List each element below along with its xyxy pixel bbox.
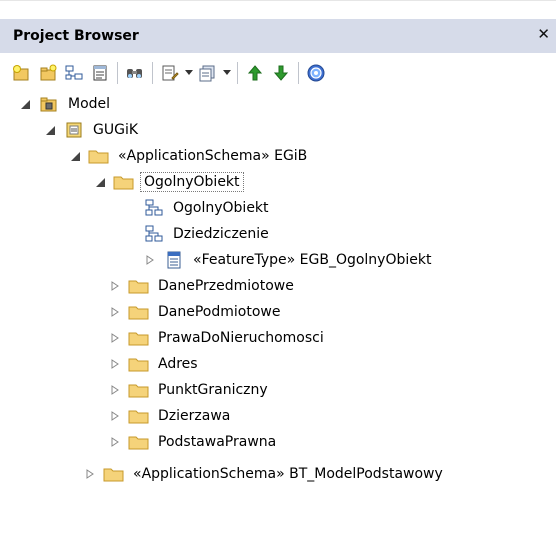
chevron-down-icon[interactable] (222, 61, 232, 85)
chevron-down-icon[interactable] (184, 61, 194, 85)
new-diagram-icon[interactable] (62, 61, 86, 85)
collapsed-arrow-icon[interactable] (143, 253, 157, 267)
tree-node-label: GUGiK (93, 122, 139, 138)
expanded-arrow-icon[interactable] (18, 97, 32, 111)
collapsed-arrow-icon[interactable] (83, 467, 97, 481)
tree-node-ogolny-obiekt[interactable]: OgolnyObiekt (93, 171, 244, 193)
tree-node-dane-podmiotowe[interactable]: DanePodmiotowe (108, 301, 283, 323)
tree-node-label: Dzierzawa (158, 408, 231, 424)
collapsed-arrow-icon[interactable] (108, 305, 122, 319)
move-up-icon[interactable] (243, 61, 267, 85)
tree-node-label: PodstawaPrawna (158, 434, 277, 450)
tree-node-label: «FeatureType» EGB_OgolnyObiekt (193, 252, 432, 268)
tree-node-gugik[interactable]: GUGiK (43, 119, 141, 141)
toolbar (10, 59, 550, 87)
tree-node-label: OgolnyObiekt (140, 172, 244, 192)
new-document-icon[interactable] (158, 61, 182, 85)
tree-node-label: PrawaDoNieruchomosci (158, 330, 324, 346)
folder-icon (128, 302, 150, 322)
find-icon[interactable] (123, 61, 147, 85)
tree-node-model[interactable]: Model (18, 93, 113, 115)
new-package-icon[interactable] (10, 61, 34, 85)
new-view-icon[interactable] (36, 61, 60, 85)
folder-icon (88, 146, 110, 166)
folder-icon (103, 464, 125, 484)
diagram-icon (143, 198, 165, 218)
options-icon[interactable] (196, 61, 220, 85)
new-element-icon[interactable] (88, 61, 112, 85)
collapsed-arrow-icon[interactable] (108, 383, 122, 397)
model-root-icon (38, 94, 60, 114)
tree-node-punkt[interactable]: PunktGraniczny (108, 379, 271, 401)
toolbar-separator (298, 62, 299, 84)
collapsed-arrow-icon[interactable] (108, 357, 122, 371)
tree-node-podstawa[interactable]: PodstawaPrawna (108, 431, 279, 453)
diagram-icon (143, 224, 165, 244)
move-down-icon[interactable] (269, 61, 293, 85)
close-icon[interactable]: ✕ (537, 25, 550, 43)
panel-title: Project Browser (13, 28, 139, 44)
toolbar-separator (117, 62, 118, 84)
collapsed-arrow-icon[interactable] (108, 435, 122, 449)
tree-node-egib[interactable]: «ApplicationSchema» EGiB (68, 145, 310, 167)
expanded-arrow-icon[interactable] (43, 123, 57, 137)
class-element-icon (163, 250, 185, 270)
toolbar-separator (237, 62, 238, 84)
tree-node-adres[interactable]: Adres (108, 353, 201, 375)
tree-node-feature-type[interactable]: «FeatureType» EGB_OgolnyObiekt (143, 249, 434, 271)
tree-node-diagram-ogolny[interactable]: OgolnyObiekt (143, 197, 272, 219)
collapsed-arrow-icon[interactable] (108, 279, 122, 293)
tree-node-dzierzawa[interactable]: Dzierzawa (108, 405, 233, 427)
tree-node-diagram-dziedziczenie[interactable]: Dziedziczenie (143, 223, 272, 245)
collapsed-arrow-icon[interactable] (108, 409, 122, 423)
tree-node-label: OgolnyObiekt (173, 200, 269, 216)
help-icon[interactable] (304, 61, 328, 85)
panel-titlebar: Project Browser ✕ (0, 19, 556, 53)
expanded-arrow-icon[interactable] (68, 149, 82, 163)
tree-node-label: DanePodmiotowe (158, 304, 281, 320)
folder-icon (128, 354, 150, 374)
folder-icon (128, 380, 150, 400)
folder-icon (128, 406, 150, 426)
tree-node-label: «ApplicationSchema» EGiB (118, 148, 308, 164)
folder-icon (128, 276, 150, 296)
tree-node-label: DanePrzedmiotowe (158, 278, 294, 294)
tree-node-dane-przedmiotowe[interactable]: DanePrzedmiotowe (108, 275, 297, 297)
tree-node-label: Model (68, 96, 111, 112)
expanded-arrow-icon[interactable] (93, 175, 107, 189)
collapsed-arrow-icon[interactable] (108, 331, 122, 345)
folder-icon (113, 172, 135, 192)
project-browser-panel: Project Browser ✕ Model GUGiK «Applicati… (0, 0, 556, 551)
tree-node-label: Dziedziczenie (173, 226, 269, 242)
toolbar-separator (152, 62, 153, 84)
tree-node-label: Adres (158, 356, 198, 372)
tree-node-bt-model[interactable]: «ApplicationSchema» BT_ModelPodstawowy (83, 463, 446, 485)
folder-icon (128, 328, 150, 348)
tree-node-label: PunktGraniczny (158, 382, 268, 398)
tree-node-prawa[interactable]: PrawaDoNieruchomosci (108, 327, 327, 349)
tree-node-label: «ApplicationSchema» BT_ModelPodstawowy (133, 466, 443, 482)
package-view-icon (63, 120, 85, 140)
folder-icon (128, 432, 150, 452)
